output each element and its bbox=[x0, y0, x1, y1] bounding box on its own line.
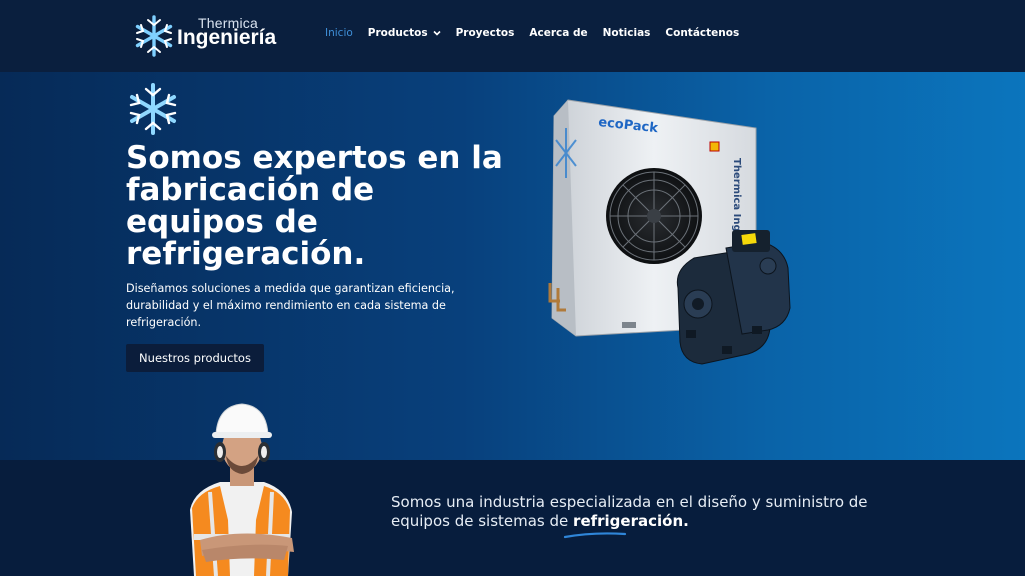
brand-name-main: Ingeniería bbox=[177, 26, 277, 49]
worker-image bbox=[190, 403, 294, 576]
intro-text: Somos una industria especializada en el … bbox=[391, 493, 891, 531]
condensing-unit-image: ecoPack Thermica Ingeniería bbox=[548, 99, 791, 365]
intro-text-prefix: equipos de sistemas de bbox=[391, 512, 574, 530]
nav-item-productos-label: Productos bbox=[367, 27, 428, 39]
nav-item-noticias[interactable]: Noticias bbox=[603, 27, 651, 39]
hero-title-line: refrigeración. bbox=[126, 236, 366, 272]
intro-band: Somos una industria especializada en el … bbox=[0, 460, 1025, 576]
hero-title-line: fabricación de bbox=[126, 172, 375, 208]
nav-item-proyectos[interactable]: Proyectos bbox=[456, 27, 515, 39]
hero-title-line: Somos expertos en la bbox=[126, 140, 503, 176]
main-nav: Inicio Productos Proyectos Acerca de Not… bbox=[325, 27, 754, 39]
chevron-down-icon bbox=[433, 30, 441, 36]
intro-text-line-2: equipos de sistemas de refrigeración. bbox=[391, 512, 891, 531]
nav-item-contactenos[interactable]: Contáctenos bbox=[665, 27, 739, 39]
hero-title-line: equipos de bbox=[126, 204, 318, 240]
nav-item-inicio[interactable]: Inicio bbox=[325, 27, 353, 39]
nav-item-productos[interactable]: Productos bbox=[368, 27, 441, 39]
hero-description: Diseñamos soluciones a medida que garant… bbox=[126, 282, 455, 329]
snowflake-icon bbox=[129, 83, 177, 135]
site-header: Thermica Ingeniería Inicio Productos Pro… bbox=[0, 0, 1025, 72]
our-products-button[interactable]: Nuestros productos bbox=[126, 344, 264, 372]
hero-title: Somos expertos en la fabricación de equi… bbox=[126, 142, 506, 270]
underline-swoosh bbox=[563, 532, 627, 539]
intro-text-line-1: Somos una industria especializada en el … bbox=[391, 493, 868, 511]
nav-item-acerca-de[interactable]: Acerca de bbox=[529, 27, 587, 39]
brand-logo[interactable]: Thermica Ingeniería bbox=[132, 14, 282, 60]
intro-text-highlight: refrigeración. bbox=[573, 512, 689, 530]
snowflake-logo-icon bbox=[135, 15, 173, 57]
hero-section: Somos expertos en la fabricación de equi… bbox=[0, 72, 1025, 460]
